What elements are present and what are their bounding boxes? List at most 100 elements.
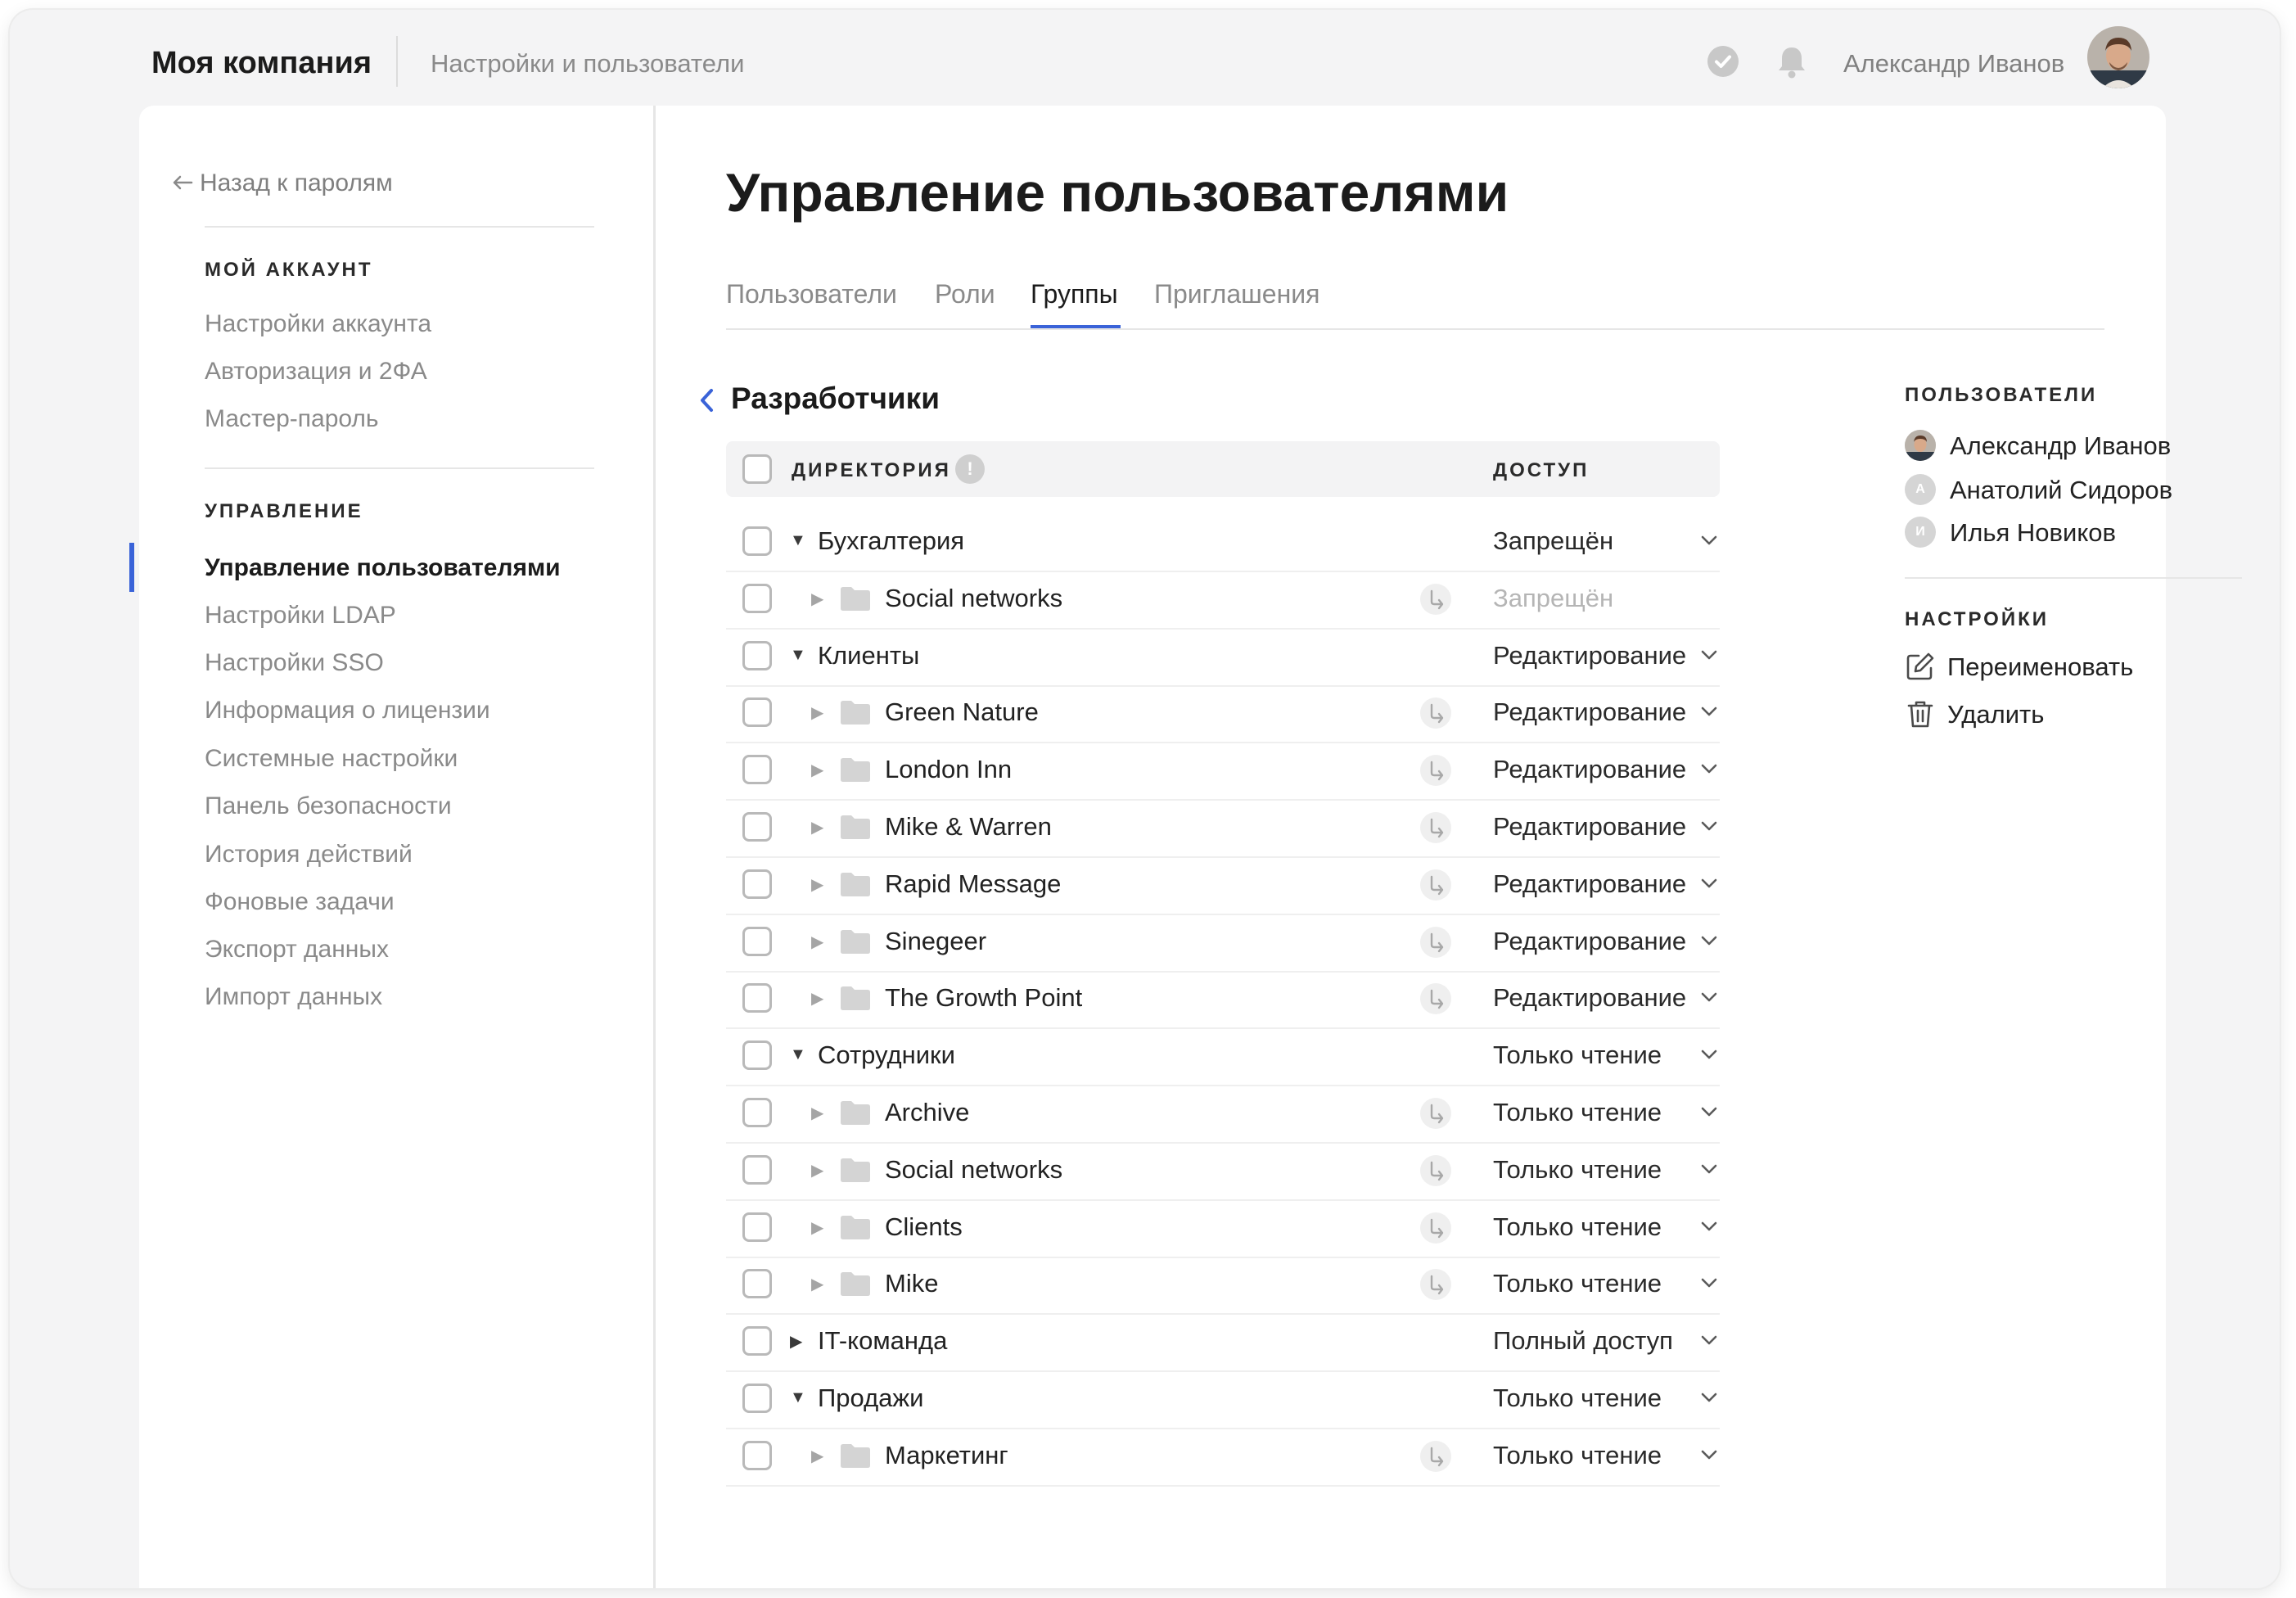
chevron-down-icon[interactable]: [1700, 1049, 1718, 1060]
access-level-select[interactable]: Только чтение: [1493, 1384, 1662, 1413]
row-checkbox[interactable]: [742, 1326, 772, 1356]
table-row[interactable]: ▶ Social networks Только чтение: [726, 1142, 1720, 1201]
caret-right-icon[interactable]: ▶: [811, 1274, 823, 1294]
table-row[interactable]: ▶ The Growth Point Редактирование: [726, 970, 1720, 1030]
chevron-down-icon[interactable]: [1700, 991, 1718, 1003]
sidebar-item-auth-2fa[interactable]: Авторизация и 2ФА: [205, 358, 427, 386]
chevron-down-icon[interactable]: [1700, 935, 1718, 946]
row-checkbox[interactable]: [742, 1384, 772, 1413]
row-checkbox[interactable]: [742, 755, 772, 785]
access-level-select[interactable]: Редактирование: [1493, 927, 1686, 956]
caret-right-icon[interactable]: ▶: [811, 988, 823, 1009]
chevron-down-icon[interactable]: [1700, 1449, 1718, 1460]
row-checkbox[interactable]: [742, 812, 772, 842]
bell-icon[interactable]: [1775, 44, 1808, 80]
row-checkbox[interactable]: [742, 1154, 772, 1185]
sidebar-item-account-settings[interactable]: Настройки аккаунта: [205, 310, 431, 338]
table-row[interactable]: ▶ Green Nature Редактирование: [726, 684, 1720, 744]
access-level-select[interactable]: Только чтение: [1493, 1098, 1662, 1127]
tab-groups[interactable]: Группы: [1031, 279, 1118, 309]
caret-down-icon[interactable]: ▼: [790, 1045, 806, 1064]
check-circle-icon[interactable]: [1707, 46, 1739, 77]
caret-right-icon[interactable]: ▶: [811, 932, 823, 952]
caret-right-icon[interactable]: ▶: [811, 589, 823, 609]
access-level-select[interactable]: Запрещён: [1493, 526, 1613, 556]
row-checkbox[interactable]: [742, 926, 772, 956]
table-row[interactable]: ▶ Archive Только чтение: [726, 1085, 1720, 1144]
chevron-down-icon[interactable]: [1700, 535, 1718, 546]
chevron-down-icon[interactable]: [1700, 1277, 1718, 1289]
tab-roles[interactable]: Роли: [935, 279, 995, 309]
table-row[interactable]: ▼ Клиенты Редактирование: [726, 628, 1720, 687]
info-icon[interactable]: !: [955, 454, 985, 484]
caret-right-icon[interactable]: ▶: [811, 1160, 823, 1180]
caret-right-icon[interactable]: ▶: [811, 1446, 823, 1466]
sidebar-item-license[interactable]: Информация о лицензии: [205, 697, 490, 725]
caret-right-icon[interactable]: ▶: [811, 760, 823, 780]
access-level-select[interactable]: Только чтение: [1493, 1155, 1662, 1185]
caret-right-icon[interactable]: ▶: [811, 817, 823, 837]
row-checkbox[interactable]: [742, 1269, 772, 1299]
chevron-down-icon[interactable]: [1700, 1106, 1718, 1117]
sidebar-item-import[interactable]: Импорт данных: [205, 983, 382, 1011]
table-row[interactable]: ▶ IT-команда Полный доступ: [726, 1313, 1720, 1373]
caret-right-icon[interactable]: ▶: [790, 1331, 802, 1352]
caret-right-icon[interactable]: ▶: [811, 702, 823, 723]
table-row[interactable]: ▶ Mike Только чтение: [726, 1256, 1720, 1316]
caret-down-icon[interactable]: ▼: [790, 1388, 806, 1407]
table-row[interactable]: ▼ Продажи Только чтение: [726, 1370, 1720, 1429]
row-checkbox[interactable]: [742, 869, 772, 899]
chevron-down-icon[interactable]: [1700, 820, 1718, 832]
sidebar-item-master-password[interactable]: Мастер-пароль: [205, 405, 379, 433]
access-level-select[interactable]: Только чтение: [1493, 1212, 1662, 1242]
table-row[interactable]: ▶ London Inn Редактирование: [726, 742, 1720, 801]
chevron-down-icon[interactable]: [1700, 649, 1718, 661]
table-row[interactable]: ▶ Sinegeer Редактирование: [726, 914, 1720, 973]
sidebar-item-background-tasks[interactable]: Фоновые задачи: [205, 888, 395, 916]
row-checkbox[interactable]: [742, 583, 772, 613]
access-level-select[interactable]: Полный доступ: [1493, 1326, 1673, 1356]
table-row[interactable]: ▶ Rapid Message Редактирование: [726, 856, 1720, 915]
row-checkbox[interactable]: [742, 1098, 772, 1127]
header-user-name[interactable]: Александр Иванов: [1843, 49, 2064, 79]
caret-right-icon[interactable]: ▶: [811, 1217, 823, 1238]
table-row[interactable]: ▶ Маркетинг Только чтение: [726, 1428, 1720, 1487]
caret-down-icon[interactable]: ▼: [790, 531, 806, 550]
table-row[interactable]: ▶ Clients Только чтение: [726, 1199, 1720, 1258]
sidebar-item-sso[interactable]: Настройки SSO: [205, 649, 384, 677]
access-level-select[interactable]: Только чтение: [1493, 1269, 1662, 1298]
row-checkbox[interactable]: [742, 1212, 772, 1242]
company-name[interactable]: Моя компания: [151, 46, 372, 81]
caret-right-icon[interactable]: ▶: [811, 874, 823, 895]
row-checkbox[interactable]: [742, 526, 772, 556]
tab-invitations[interactable]: Приглашения: [1154, 279, 1319, 309]
back-link[interactable]: Назад к паролям: [172, 169, 393, 197]
table-row[interactable]: ▼ Бухгалтерия Запрещён: [726, 513, 1720, 572]
sidebar-item-ldap[interactable]: Настройки LDAP: [205, 602, 396, 630]
tab-users[interactable]: Пользователи: [726, 279, 897, 309]
sidebar-item-security-panel[interactable]: Панель безопасности: [205, 792, 452, 820]
row-checkbox[interactable]: [742, 1041, 772, 1071]
sidebar-item-export[interactable]: Экспорт данных: [205, 936, 389, 964]
caret-down-icon[interactable]: ▼: [790, 646, 806, 665]
access-level-select[interactable]: Редактирование: [1493, 812, 1686, 842]
table-row[interactable]: ▶ Social networks Запрещён: [726, 571, 1720, 630]
chevron-down-icon[interactable]: [1700, 1334, 1718, 1346]
row-checkbox[interactable]: [742, 640, 772, 670]
sidebar-item-activity-history[interactable]: История действий: [205, 841, 413, 869]
access-level-select[interactable]: Редактирование: [1493, 983, 1686, 1013]
sidebar-item-system-settings[interactable]: Системные настройки: [205, 745, 458, 773]
chevron-left-icon[interactable]: [695, 384, 719, 417]
access-level-select[interactable]: Только чтение: [1493, 1041, 1662, 1070]
access-level-select[interactable]: Редактирование: [1493, 697, 1686, 727]
chevron-down-icon[interactable]: [1700, 1221, 1718, 1232]
table-row[interactable]: ▶ Mike & Warren Редактирование: [726, 799, 1720, 858]
chevron-down-icon[interactable]: [1700, 1392, 1718, 1403]
chevron-down-icon[interactable]: [1700, 1163, 1718, 1175]
sidebar-item-user-management[interactable]: Управление пользователями: [205, 554, 561, 582]
select-all-checkbox[interactable]: [742, 454, 772, 484]
chevron-down-icon[interactable]: [1700, 763, 1718, 774]
row-checkbox[interactable]: [742, 1440, 772, 1470]
avatar[interactable]: [2087, 26, 2149, 88]
access-level-select[interactable]: Редактирование: [1493, 755, 1686, 784]
